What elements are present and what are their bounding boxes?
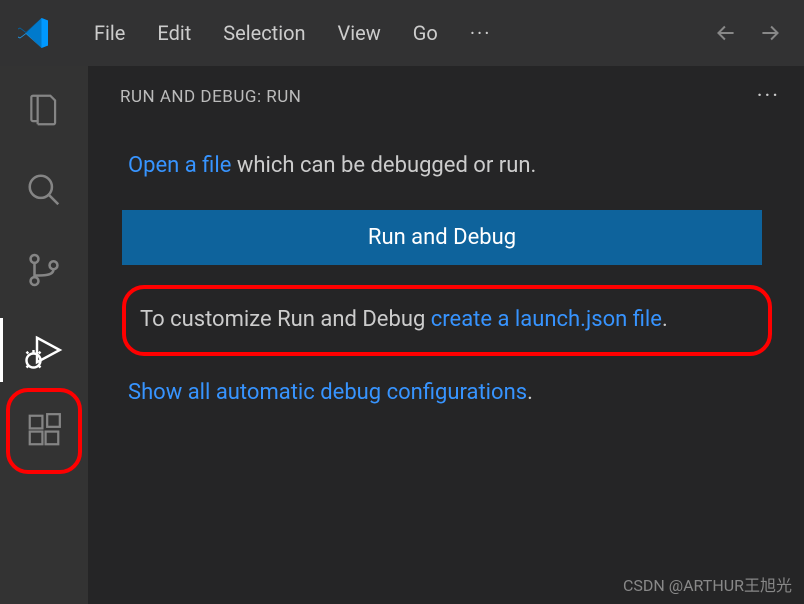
show-all-post: . (527, 380, 533, 405)
annotation-highlight-customize: To customize Run and Debug create a laun… (122, 285, 772, 356)
activity-explorer[interactable] (20, 86, 68, 134)
menu-edit[interactable]: Edit (141, 15, 207, 51)
menu-selection[interactable]: Selection (207, 15, 321, 51)
menu-go[interactable]: Go (397, 15, 454, 51)
show-all-text: Show all automatic debug configurations. (122, 376, 788, 409)
open-file-link[interactable]: Open a file (128, 153, 231, 178)
run-and-debug-button[interactable]: Run and Debug (122, 210, 762, 265)
sidebar-panel: RUN AND DEBUG: RUN ··· Open a file which… (88, 66, 804, 604)
nav-back-button[interactable] (710, 17, 742, 49)
activity-extensions[interactable] (20, 406, 68, 454)
run-debug-panel: Open a file which can be debugged or run… (104, 109, 788, 409)
open-file-text: Open a file which can be debugged or run… (122, 149, 788, 182)
customize-text: To customize Run and Debug create a laun… (134, 303, 760, 336)
customize-pre: To customize Run and Debug (140, 307, 431, 332)
nav-forward-button[interactable] (754, 17, 786, 49)
sidebar-title: RUN AND DEBUG: RUN (120, 87, 301, 107)
menu-more[interactable]: ··· (454, 15, 508, 51)
open-file-rest: which can be debugged or run. (231, 153, 536, 178)
main-area: RUN AND DEBUG: RUN ··· Open a file which… (0, 66, 804, 604)
title-bar: File Edit Selection View Go ··· (0, 0, 804, 66)
nav-arrows (710, 17, 794, 49)
menu-view[interactable]: View (322, 15, 397, 51)
sidebar-header: RUN AND DEBUG: RUN ··· (104, 84, 788, 109)
activity-search[interactable] (20, 166, 68, 214)
activity-bar (0, 66, 88, 604)
create-launch-json-link[interactable]: create a launch.json file (431, 307, 662, 332)
menu-file[interactable]: File (78, 15, 141, 51)
customize-post: . (662, 307, 668, 332)
menu-bar: File Edit Selection View Go ··· (78, 15, 508, 51)
active-indicator (0, 318, 3, 382)
activity-run-debug[interactable] (20, 326, 68, 374)
vscode-logo-icon (18, 17, 50, 49)
activity-source-control[interactable] (20, 246, 68, 294)
sidebar-more-button[interactable]: ··· (757, 84, 780, 109)
watermark-text: CSDN @ARTHUR王旭光 (623, 572, 792, 596)
show-all-configs-link[interactable]: Show all automatic debug configurations (128, 380, 527, 405)
